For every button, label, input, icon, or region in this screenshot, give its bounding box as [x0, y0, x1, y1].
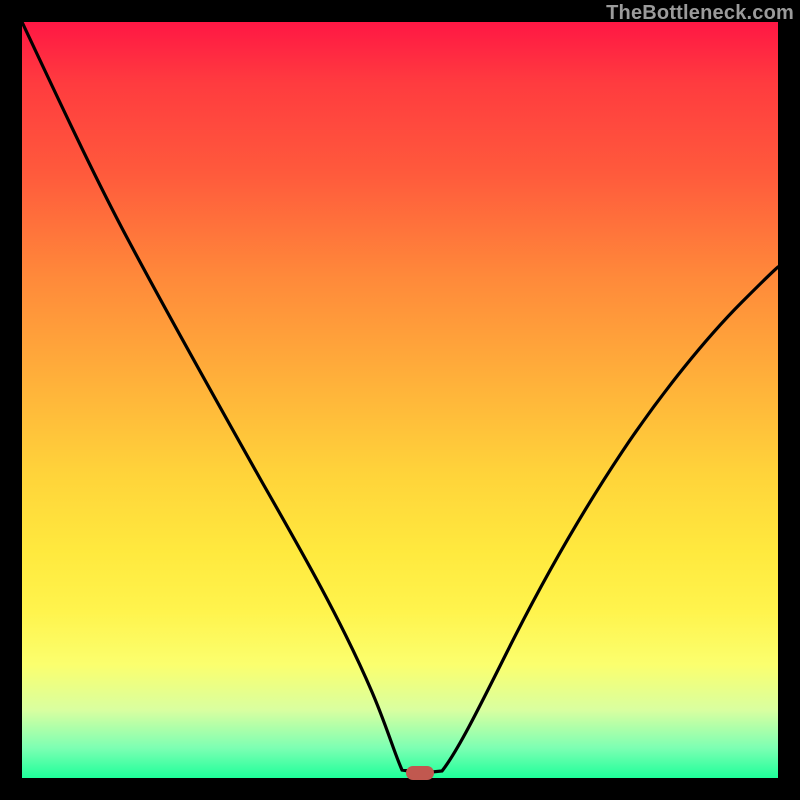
- curve-path: [22, 22, 778, 773]
- valley-marker: [406, 766, 434, 780]
- chart-frame: TheBottleneck.com: [0, 0, 800, 800]
- watermark-text: TheBottleneck.com: [606, 2, 794, 25]
- bottleneck-curve: [22, 22, 778, 778]
